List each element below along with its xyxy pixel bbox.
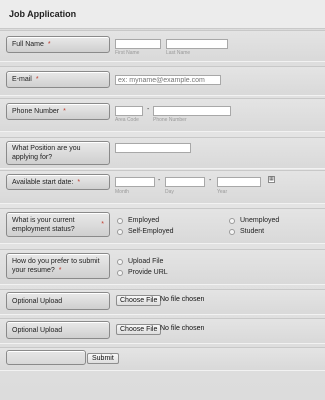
row-optional-upload-2: Optional Upload Choose File No file chos… (0, 318, 325, 344)
resume-method-label: How do you prefer to submit your resume?… (6, 253, 110, 279)
first-name-input[interactable] (115, 39, 161, 49)
required-marker: * (47, 41, 51, 48)
start-date-label: Available start date: * (6, 174, 110, 190)
radio-label-upload-file: Upload File (128, 258, 164, 265)
required-marker: * (77, 178, 81, 186)
day-input[interactable] (165, 177, 205, 187)
form-header: Job Application (0, 0, 325, 29)
optional-upload-label: Optional Upload (6, 292, 110, 310)
row-position: What Position are you applying for? (0, 137, 325, 169)
month-input[interactable] (115, 177, 155, 187)
form-title: Job Application (9, 9, 77, 19)
file-status-text: No file chosen (160, 296, 205, 303)
phone-number-input[interactable] (153, 106, 231, 116)
radio-label-student: Student (240, 228, 265, 235)
year-sublabel: Year (217, 189, 228, 195)
radio-unemployed[interactable] (229, 218, 235, 224)
day-sublabel: Day (165, 189, 174, 195)
row-optional-upload-1: Optional Upload Choose File No file chos… (0, 289, 325, 315)
choose-file-button[interactable]: Choose File (116, 324, 162, 335)
radio-label-employed: Employed (128, 217, 160, 224)
row-start-date: Available start date: * - - ▦ Month Day Y… (0, 170, 325, 204)
required-marker: * (101, 221, 104, 228)
last-name-input[interactable] (166, 39, 228, 49)
area-code-sublabel: Area Code (115, 117, 139, 123)
employment-label: What is your current employment status? * (6, 212, 110, 237)
job-application-form: Job Application Full Name * First Name La… (0, 0, 325, 400)
radio-label-unemployed: Unemployed (240, 217, 280, 224)
submit-label-spacer (6, 350, 86, 365)
email-input[interactable] (115, 75, 221, 85)
date-separator: - (209, 177, 212, 184)
area-code-input[interactable] (115, 106, 143, 116)
required-marker: * (63, 108, 66, 115)
year-input[interactable] (217, 177, 261, 187)
file-status-text: No file chosen (160, 325, 205, 332)
first-name-sublabel: First Name (115, 50, 140, 56)
radio-student[interactable] (229, 229, 235, 235)
radio-self-employed[interactable] (117, 229, 123, 235)
date-separator: - (158, 177, 161, 184)
phone-separator: - (147, 106, 150, 113)
radio-label-provide-url: Provide URL (128, 269, 168, 276)
submit-button[interactable]: Submit (87, 353, 119, 364)
row-phone: Phone Number * - Area Code Phone Number (0, 98, 325, 132)
row-submit: Submit (0, 347, 325, 371)
required-marker: * (35, 76, 39, 83)
month-sublabel: Month (115, 189, 129, 195)
radio-upload-file[interactable] (117, 259, 123, 265)
full-name-label: Full Name * (6, 36, 110, 53)
last-name-sublabel: Last Name (166, 50, 191, 56)
row-employment-status: What is your current employment status? *… (0, 208, 325, 244)
row-full-name: Full Name * First Name Last Name (0, 30, 325, 62)
phone-number-sublabel: Phone Number (153, 117, 187, 123)
position-input[interactable] (115, 143, 191, 153)
optional-upload-label: Optional Upload (6, 321, 110, 339)
radio-provide-url[interactable] (117, 270, 123, 276)
calendar-icon[interactable]: ▦ (268, 176, 275, 183)
radio-label-self-employed: Self-Employed (128, 228, 174, 235)
phone-label: Phone Number * (6, 103, 110, 120)
radio-employed[interactable] (117, 218, 123, 224)
position-label: What Position are you applying for? (6, 141, 110, 165)
choose-file-button[interactable]: Choose File (116, 295, 162, 306)
email-label: E-mail * (6, 71, 110, 88)
required-marker: * (58, 267, 62, 274)
row-resume-method: How do you prefer to submit your resume?… (0, 249, 325, 285)
row-email: E-mail * (0, 66, 325, 96)
